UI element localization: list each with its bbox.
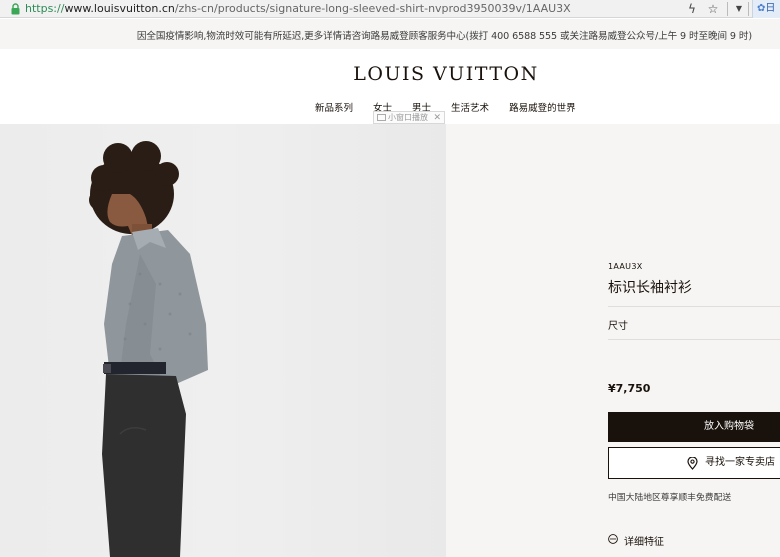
notice-text: 因全国疫情影响,物流时效可能有所延迟,更多详情请咨询路易威登顾客服务中心(拨打 … — [136, 31, 752, 42]
details-label: 详细特征 — [624, 537, 664, 548]
product-price: ¥7,750 — [608, 382, 651, 395]
more-dots-icon — [608, 534, 618, 544]
extension-tab[interactable]: ✿日 — [752, 0, 780, 18]
notice-banner: 因全国疫情影响,物流时效可能有所延迟,更多详情请咨询路易威登顾客服务中心(拨打 … — [0, 19, 780, 49]
brand-logo[interactable]: LOUIS VUITTON — [0, 63, 780, 85]
find-store-button[interactable]: 寻找一家专卖店 — [608, 447, 780, 479]
location-pin-icon — [687, 457, 698, 470]
nav-item-world[interactable]: 路易威登的世界 — [509, 100, 576, 114]
mini-window-icon — [377, 114, 386, 121]
url-field[interactable]: https://www.louisvuitton.cn/zhs-cn/produ… — [25, 2, 571, 15]
mini-window-label: 小窗口播放 — [388, 113, 428, 122]
url-scheme: https:// — [25, 2, 65, 15]
toolbar-separator — [748, 2, 749, 16]
star-icon[interactable]: ☆ — [705, 1, 721, 17]
divider — [608, 339, 780, 340]
find-store-label: 寻找一家专卖店 — [705, 457, 775, 468]
size-selector[interactable]: 尺寸 — [608, 317, 628, 332]
add-to-bag-button[interactable]: 放入购物袋 — [608, 412, 780, 442]
close-icon[interactable]: ✕ — [433, 112, 441, 124]
bolt-icon[interactable]: ϟ — [684, 1, 700, 17]
divider — [608, 306, 780, 307]
product-info-panel: 1AAU3X 标识长袖衬衫 尺寸 ¥7,750 放入购物袋 寻找一家专卖店 中国… — [446, 124, 780, 557]
mini-window-button[interactable]: 小窗口播放 ✕ — [373, 111, 445, 124]
product-name: 标识长袖衬衫 — [608, 280, 692, 296]
chevron-down-icon[interactable]: ▼ — [731, 1, 747, 17]
nav-item-living[interactable]: 生活艺术 — [451, 100, 489, 114]
product-image[interactable] — [0, 124, 446, 557]
lock-icon — [11, 3, 20, 15]
model-photo — [89, 141, 208, 557]
main-nav: 新品系列 女士 男士 生活艺术 路易威登的世界 — [315, 100, 576, 114]
product-sku: 1AAU3X — [608, 262, 643, 271]
url-host: www.louisvuitton.cn — [64, 2, 175, 15]
extension-tab-label: 日 — [765, 3, 776, 14]
delivery-note: 中国大陆地区尊享顺丰免费配送 — [608, 493, 732, 503]
toolbar-separator — [727, 2, 728, 16]
url-path: /zhs-cn/products/signature-long-sleeved-… — [174, 2, 571, 15]
nav-item-new[interactable]: 新品系列 — [315, 100, 353, 114]
browser-address-bar: https://www.louisvuitton.cn/zhs-cn/produ… — [0, 0, 780, 18]
